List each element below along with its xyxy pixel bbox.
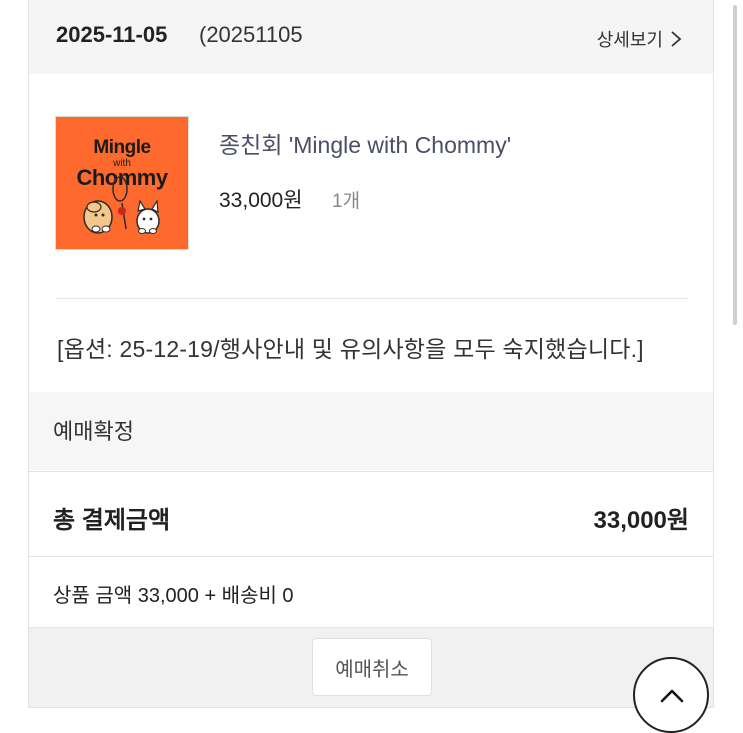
chevron-right-icon [671,31,682,47]
order-status-row: 예매확정 [29,392,713,470]
price-breakdown-row: 상품 금액 33,000 + 배송비 0 [29,557,713,627]
order-footer: 예매취소 [29,627,713,707]
cancel-booking-button[interactable]: 예매취소 [312,638,432,696]
order-header: 2025-11-05 (20251105 상세보기 [29,0,713,75]
product-thumbnail[interactable]: Mingle with Chommy [55,116,189,250]
product-price: 33,000원 [219,189,303,212]
total-payment-row: 총 결제금액 33,000원 [29,471,713,557]
view-detail-link[interactable]: 상세보기 [597,26,683,52]
total-payment-label: 총 결제금액 [53,507,171,534]
product-section: Mingle with Chommy 종친회 'Mingle with Chom… [29,74,713,298]
price-breakdown: 상품 금액 33,000 + 배송비 0 [53,585,294,607]
product-name[interactable]: 종친회 'Mingle with Chommy' [219,126,511,160]
total-payment-amount: 33,000원 [593,507,690,534]
order-status: 예매확정 [53,419,134,444]
chevron-up-icon [660,689,684,703]
redacted-area [317,4,497,60]
scrollbar[interactable] [733,5,737,325]
order-card: 2025-11-05 (20251105 상세보기 Mingle with Ch… [28,0,714,708]
product-quantity: 1개 [332,191,361,212]
view-detail-label: 상세보기 [596,30,663,50]
scroll-to-top-button[interactable] [633,657,709,733]
order-date: 2025-11-05 [56,22,168,47]
product-option: [옵션: 25-12-19/행사안내 및 유의사항을 모두 숙지했습니다.] [57,336,644,362]
character-illustration [83,176,160,234]
divider [55,298,689,299]
order-number: (20251105 [199,22,303,47]
